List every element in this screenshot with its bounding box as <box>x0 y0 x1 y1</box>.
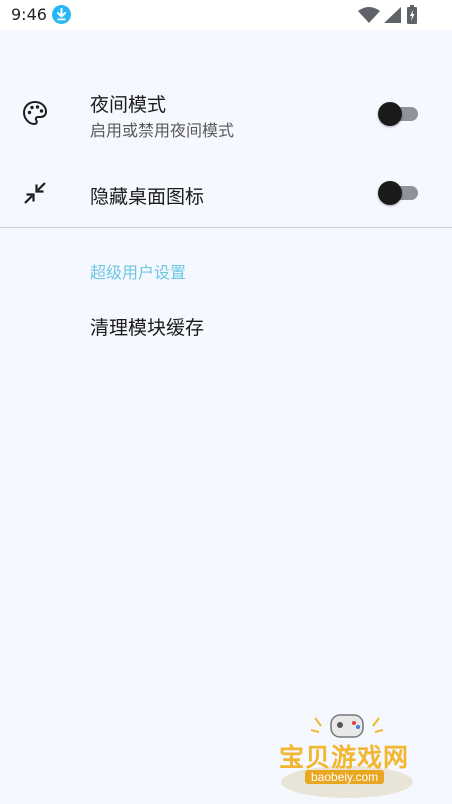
wifi-icon <box>358 7 380 23</box>
hide-icon-title: 隐藏桌面图标 <box>90 186 205 208</box>
watermark-domain: baobeiy.com <box>305 770 385 784</box>
toggle-thumb <box>378 181 402 205</box>
clear-cache-row[interactable]: 清理模块缓存 <box>0 296 452 356</box>
night-mode-subtitle: 启用或禁用夜间模式 <box>90 121 235 140</box>
night-mode-title: 夜间模式 <box>90 94 167 116</box>
section-divider <box>0 227 452 228</box>
minimize-arrows-icon <box>24 182 46 204</box>
night-mode-toggle[interactable] <box>378 101 418 127</box>
night-mode-row[interactable]: 夜间模式 启用或禁用夜间模式 <box>0 80 452 150</box>
battery-charging-icon <box>407 5 417 24</box>
status-bar: 9:46 <box>0 0 452 30</box>
signal-icon <box>384 7 401 23</box>
clear-cache-title: 清理模块缓存 <box>90 317 205 339</box>
watermark-text: 宝贝游戏网 <box>279 743 410 772</box>
watermark-logo: 宝贝游戏网 baobeiy.com <box>275 712 420 800</box>
status-time: 9:46 <box>11 5 47 24</box>
toggle-thumb <box>378 102 402 126</box>
hide-icon-toggle[interactable] <box>378 180 418 206</box>
download-notification-icon <box>52 5 71 24</box>
palette-icon <box>22 100 48 126</box>
superuser-section-header: 超级用户设置 <box>90 263 187 282</box>
hide-icon-row[interactable]: 隐藏桌面图标 <box>0 160 452 226</box>
